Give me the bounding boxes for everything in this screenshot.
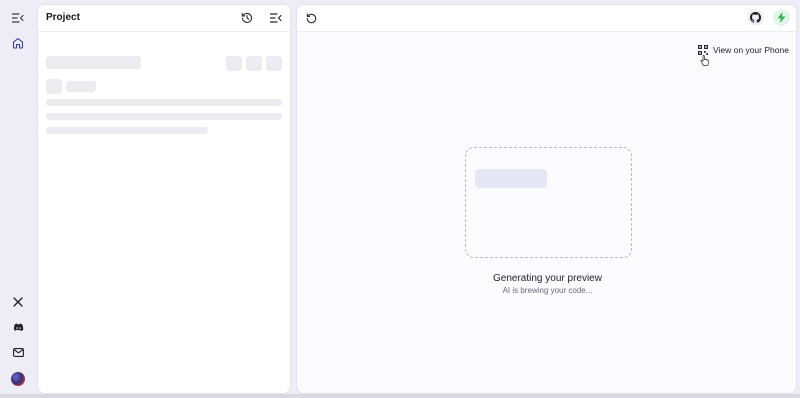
- view-on-phone-button[interactable]: View on your Phone: [698, 43, 789, 57]
- bolt-icon[interactable]: [773, 9, 790, 26]
- project-panel: Project: [37, 4, 291, 394]
- panel-title: Project: [46, 12, 80, 23]
- icon-rail: [0, 0, 36, 398]
- generating-subtitle: AI is brewing your code...: [502, 286, 593, 295]
- preview-panel: View on your Phone Generating your previ…: [296, 4, 797, 394]
- home-icon[interactable]: [7, 32, 29, 54]
- view-on-phone-label: View on your Phone: [713, 45, 789, 55]
- skeleton-icon: [46, 79, 62, 94]
- github-icon[interactable]: [747, 9, 764, 26]
- project-panel-header: Project: [38, 5, 290, 32]
- qr-code-icon: [698, 45, 708, 55]
- skeleton-line: [46, 127, 208, 134]
- skeleton-button: [226, 56, 242, 71]
- refresh-icon[interactable]: [303, 10, 319, 26]
- skeleton-button: [266, 56, 282, 71]
- skeleton-line: [46, 113, 282, 120]
- skeleton-title: [46, 56, 141, 69]
- avatar[interactable]: [11, 372, 25, 386]
- hand-cursor-icon: [700, 55, 709, 66]
- skeleton-label: [66, 81, 96, 92]
- x-twitter-icon[interactable]: [7, 291, 29, 313]
- preview-placeholder: [465, 147, 632, 258]
- history-icon[interactable]: [239, 10, 255, 26]
- collapse-sidebar-icon[interactable]: [7, 7, 29, 29]
- mail-icon[interactable]: [7, 341, 29, 363]
- bottom-strip: [0, 394, 800, 398]
- preview-skeleton-bar: [475, 169, 547, 188]
- skeleton-button: [246, 56, 262, 71]
- preview-panel-header: [297, 5, 796, 32]
- generating-title: Generating your preview: [493, 273, 602, 284]
- discord-icon[interactable]: [7, 316, 29, 338]
- panel-collapse-icon[interactable]: [268, 10, 284, 26]
- skeleton-line: [46, 99, 282, 106]
